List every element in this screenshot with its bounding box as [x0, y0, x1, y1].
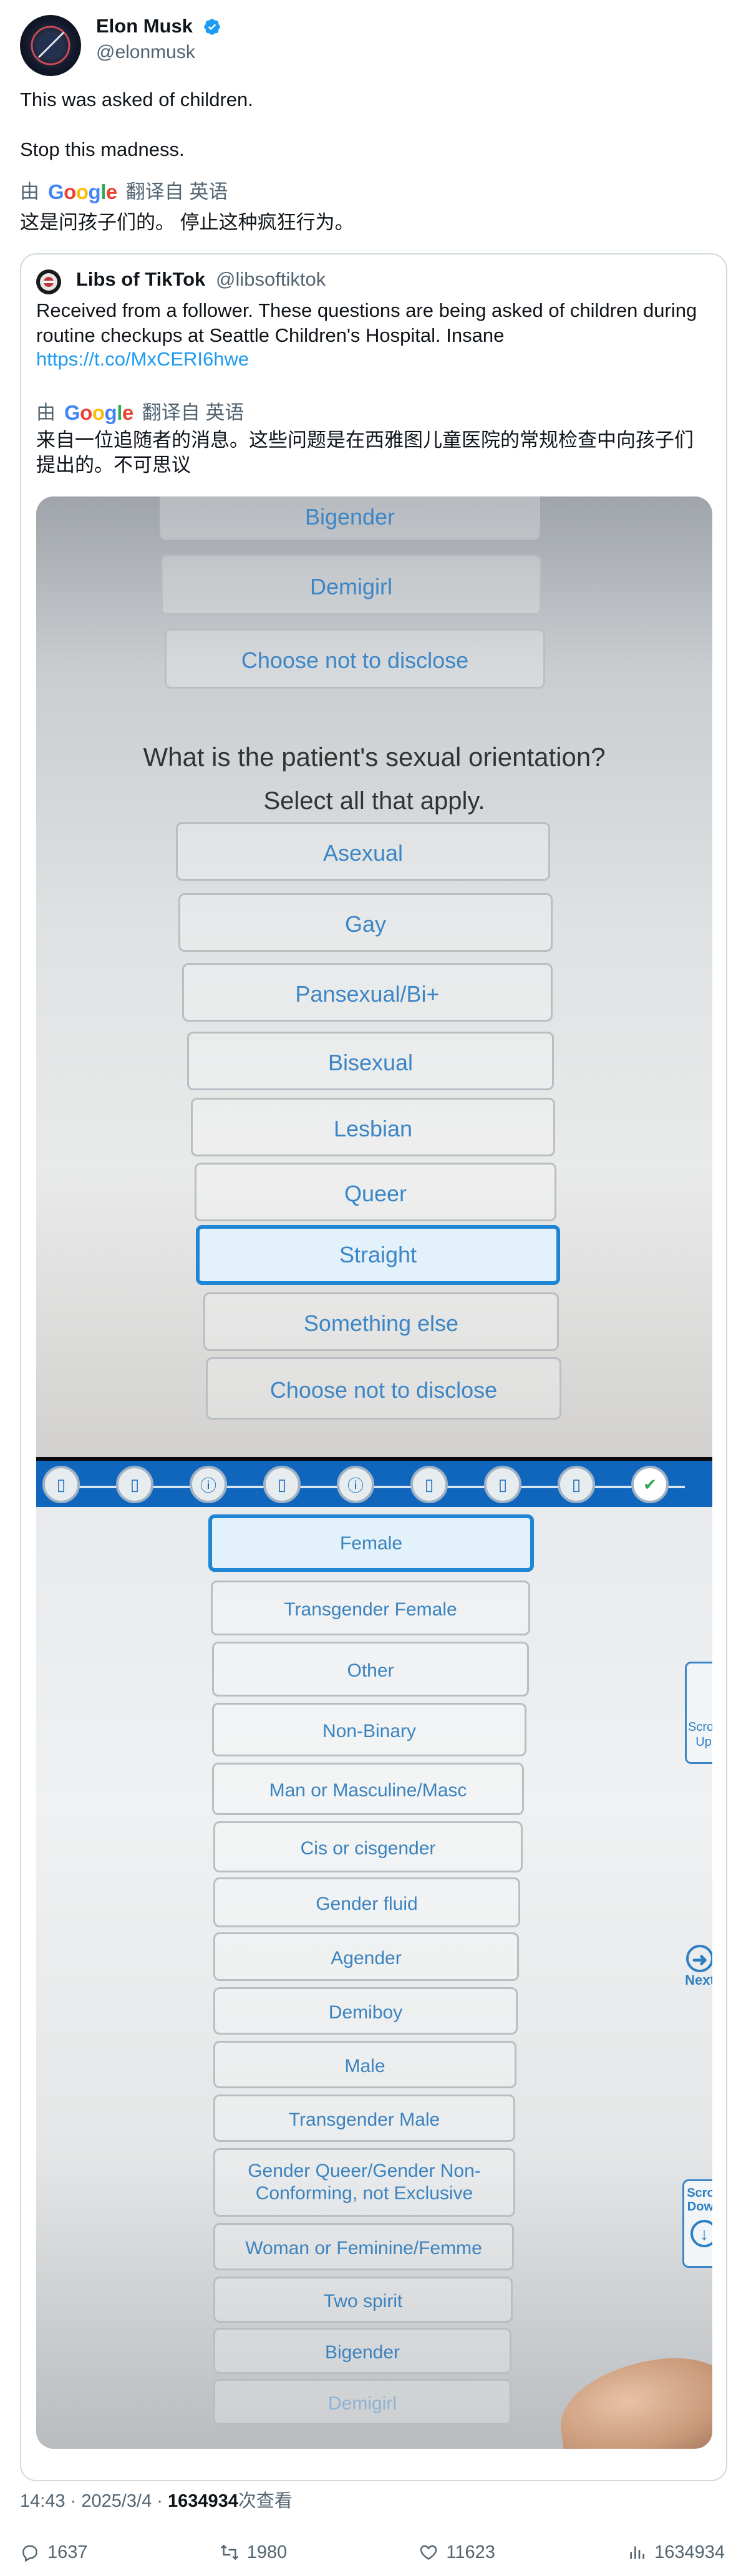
views-chart-icon — [630, 2546, 645, 2559]
photo-scroll-up-button: Scroll Up — [685, 1662, 712, 1764]
translate-from: 翻译自 英语 — [125, 181, 228, 203]
photo-option: Choose not to disclose — [206, 1357, 561, 1420]
photo-option: Bisexual — [187, 1032, 554, 1090]
quote-text: Received from a follower. These question… — [36, 299, 697, 346]
photo-instruction: Select all that apply. — [263, 787, 485, 815]
photo-option: Woman or Feminine/Femme — [213, 2223, 514, 2270]
author-handle[interactable]: @elonmusk — [96, 40, 195, 65]
progress-step-icon: ▯ — [263, 1466, 301, 1503]
photo-option: Non-Binary — [212, 1703, 526, 1756]
tweet-meta: 14:43 · 2025/3/4 · 1634934次查看 — [20, 2489, 293, 2514]
like-button[interactable]: 11623 — [419, 2539, 495, 2566]
photo-option: Cis or cisgender — [213, 1821, 523, 1872]
google-logo-icon: Google — [64, 401, 133, 424]
photo-next-button: ➜ Next — [681, 1945, 712, 1988]
progress-step-icon: ▯ — [410, 1466, 448, 1503]
photo-option: Two spirit — [213, 2277, 513, 2323]
progress-step-icon: ▯ — [484, 1466, 521, 1503]
photo-option: Gender Queer/Gender Non-Conforming, not … — [213, 2148, 515, 2217]
reply-icon — [22, 2545, 37, 2562]
photo-option: Other — [212, 1642, 529, 1697]
author-name[interactable]: Elon Musk — [96, 14, 193, 39]
photo-option: Asexual — [176, 822, 550, 881]
photo-option: Bigender — [213, 2328, 511, 2374]
tweet-actions: 1637 1980 11623 1634934 — [20, 2539, 725, 2566]
translated-text: 这是问孩子们的。 停止这种疯狂行为。 — [20, 211, 354, 233]
photo-scroll-down-button: Scroll Down ↓ — [682, 2179, 712, 2268]
tweet-timestamp[interactable]: 14:43 · 2025/3/4 · — [20, 2491, 168, 2511]
tweet-text: This was asked of children. Stop this ma… — [20, 89, 253, 160]
photo-scroll-down-label: Scroll Down — [687, 2186, 712, 2214]
author-avatar[interactable] — [20, 15, 81, 76]
quote-translated-text: 来自一位追随者的消息。这些问题是在西雅图儿童医院的常规检查中向孩子们提出的。不可… — [36, 429, 694, 476]
quote-translate-by: 由 — [36, 402, 56, 424]
translate-by: 由 — [20, 181, 39, 203]
photo-option: Something else — [203, 1292, 559, 1351]
quote-author-avatar[interactable] — [36, 269, 61, 294]
verified-badge-icon — [204, 19, 220, 35]
photo-option: Gender fluid — [213, 1877, 520, 1927]
photo-option: Demiboy — [213, 1987, 518, 2035]
photo-scroll-up-label: Scroll Up — [687, 1720, 712, 1749]
photo-option: Demigirl — [161, 555, 541, 615]
progress-check-icon: ✔ — [631, 1466, 669, 1503]
translate-attribution[interactable]: 由 Google 翻译自 英语 — [20, 180, 228, 205]
quote-author-handle[interactable]: @libsoftiktok — [216, 267, 326, 292]
progress-step-icon: ▯ — [42, 1466, 80, 1503]
photo-option: Transgender Female — [211, 1581, 530, 1635]
photo-option: Bigender — [160, 496, 540, 540]
tweet-views-count: 1634934 — [168, 2491, 238, 2511]
quote-link[interactable]: https://t.co/MxCERI6hwe — [36, 347, 249, 372]
views-button[interactable]: 1634934 — [627, 2539, 725, 2566]
quote-avatar-image — [40, 273, 57, 291]
views-count: 1634934 — [654, 2542, 725, 2562]
like-count: 11623 — [446, 2542, 495, 2562]
photo-option: Lesbian — [191, 1098, 555, 1156]
photo-next-label: Next — [685, 1972, 712, 1988]
reply-button[interactable]: 1637 — [20, 2539, 88, 2566]
tweet-views-label: 次查看 — [238, 2491, 293, 2511]
repost-button[interactable]: 1980 — [220, 2539, 288, 2566]
media-photo[interactable]: Bigender Demigirl Choose not to disclose… — [36, 496, 712, 2449]
progress-step-icon: ▯ — [116, 1466, 153, 1503]
photo-option: Male — [213, 2041, 516, 2088]
repost-icon — [220, 2544, 238, 2560]
photo-option: Choose not to disclose — [165, 629, 545, 689]
arrow-right-icon: ➜ — [686, 1945, 712, 1972]
quote-translate-from: 翻译自 英语 — [142, 402, 245, 424]
repost-count: 1980 — [246, 2542, 288, 2562]
photo-option: Transgender Male — [213, 2094, 515, 2142]
photo-option: Demigirl — [213, 2379, 511, 2425]
reply-count: 1637 — [47, 2542, 88, 2562]
photo-option: Pansexual/Bi+ — [182, 963, 553, 1022]
quote-author-name[interactable]: Libs of TikTok — [76, 267, 205, 292]
google-logo-icon: Google — [48, 180, 117, 203]
photo-progress-bar: ▯ ▯ ⓘ ▯ ⓘ ▯ ▯ ▯ ✔ — [36, 1457, 712, 1507]
photo-option: Agender — [213, 1932, 519, 1981]
progress-step-icon: ▯ — [558, 1466, 595, 1503]
heart-icon — [420, 2545, 437, 2560]
photo-option: Queer — [195, 1163, 556, 1221]
progress-info-icon: ⓘ — [337, 1466, 374, 1503]
photo-option: Gay — [178, 893, 553, 952]
avatar-image — [31, 26, 70, 65]
photo-question: What is the patient's sexual orientation… — [143, 742, 606, 772]
quote-translate-attribution[interactable]: 由 Google 翻译自 英语 — [36, 400, 244, 425]
arrow-down-icon: ↓ — [690, 2220, 712, 2247]
progress-info-icon: ⓘ — [190, 1466, 227, 1503]
photo-option-selected: Straight — [196, 1225, 560, 1285]
photo-option: Man or Masculine/Masc — [212, 1763, 524, 1815]
photo-option-selected: Female — [208, 1514, 534, 1572]
